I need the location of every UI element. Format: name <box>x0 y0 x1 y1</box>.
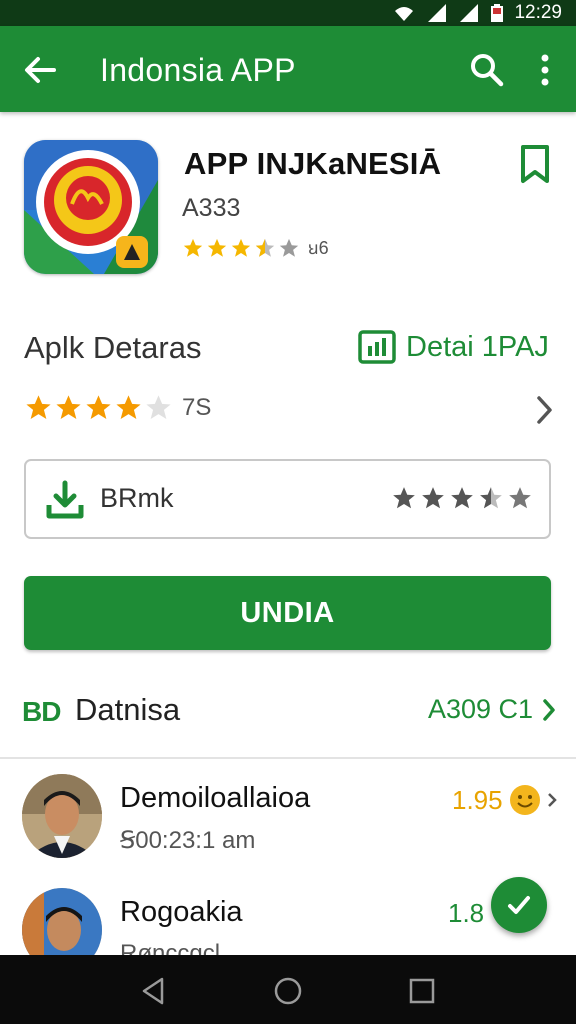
download-box[interactable]: BRmk <box>24 459 551 539</box>
star-icon <box>509 487 531 509</box>
check-fab-button[interactable] <box>491 877 547 933</box>
review-score: 1.95 <box>452 784 557 816</box>
bookmark-icon[interactable] <box>518 144 552 184</box>
review-score-value: 1.95 <box>452 784 503 815</box>
app-rating-count: ꞟ6 <box>308 238 329 258</box>
install-button[interactable]: UNDIA <box>24 576 551 650</box>
star-icon <box>451 487 473 509</box>
app-rating: ꞟ6 <box>182 236 329 260</box>
check-icon <box>508 896 530 914</box>
battery-icon <box>491 4 504 22</box>
download-icon <box>46 480 84 519</box>
chevron-right-icon[interactable] <box>534 394 556 426</box>
star-icon <box>26 395 51 419</box>
navigation-bar <box>0 955 576 1024</box>
review-name: Demoiloallaioa <box>120 782 311 814</box>
chevron-right-icon <box>543 698 555 721</box>
review-score: 1.8 <box>448 898 484 929</box>
section-divider <box>0 757 576 759</box>
details-link-label: Detai 1PAJ <box>406 330 549 363</box>
person-avatar-icon <box>22 774 102 858</box>
review-time: Rønccgcl <box>120 940 221 955</box>
star-half-icon <box>255 238 275 257</box>
signal-icon <box>428 4 447 22</box>
wifi-icon <box>395 7 414 21</box>
star-icon <box>116 395 141 419</box>
section-link[interactable]: A309 C1 <box>428 694 557 725</box>
details-rating-count: 7S <box>182 393 212 421</box>
review-name: Rogoakia <box>120 896 243 928</box>
status-bar: 12:29 <box>0 0 576 26</box>
app-name: APP INJKaNESIĀ <box>184 146 442 181</box>
details-link[interactable]: Detai 1PAJ <box>358 330 549 364</box>
review-score-value: 1.8 <box>448 898 485 928</box>
smiley-icon <box>509 785 540 815</box>
download-rating <box>391 485 533 511</box>
app-icon <box>24 140 158 274</box>
star-icon <box>86 395 111 419</box>
star-icon <box>422 487 444 509</box>
star-icon <box>183 238 203 257</box>
star-icon <box>207 238 227 257</box>
app-subtitle: A333 <box>182 194 241 222</box>
star-half-icon <box>480 487 502 509</box>
nav-back-icon[interactable] <box>138 975 170 1007</box>
star-empty-icon <box>279 238 299 257</box>
section-icon: BD <box>22 696 61 727</box>
avatar[interactable] <box>22 774 102 858</box>
nav-recents-icon[interactable] <box>406 975 438 1007</box>
section-link-label: A309 C1 <box>428 694 534 724</box>
review-time: Ꞩ00:23:1 am <box>120 827 256 854</box>
star-icon <box>393 487 415 509</box>
star-icon <box>56 395 81 419</box>
chart-icon <box>358 330 396 364</box>
app-bar: Indonsia APP <box>0 26 576 112</box>
app-logo-icon <box>24 140 158 274</box>
chevron-right-icon <box>547 793 557 807</box>
section-title: Datnisa <box>75 692 181 727</box>
back-arrow-icon[interactable] <box>18 48 62 92</box>
status-time: 12:29 <box>514 2 562 23</box>
download-label: BRmk <box>100 483 174 513</box>
star-empty-icon <box>146 395 171 419</box>
details-rating: 7S <box>24 393 211 422</box>
status-icons: 12:29 <box>392 2 562 24</box>
search-icon[interactable] <box>466 48 508 92</box>
nav-home-icon[interactable] <box>272 975 304 1007</box>
star-icon <box>231 238 251 257</box>
more-vert-icon[interactable] <box>524 48 566 92</box>
app-bar-title: Indonsia APP <box>100 52 296 88</box>
signal-icon-2 <box>460 4 479 22</box>
details-label: Aplk Detaras <box>24 330 202 365</box>
